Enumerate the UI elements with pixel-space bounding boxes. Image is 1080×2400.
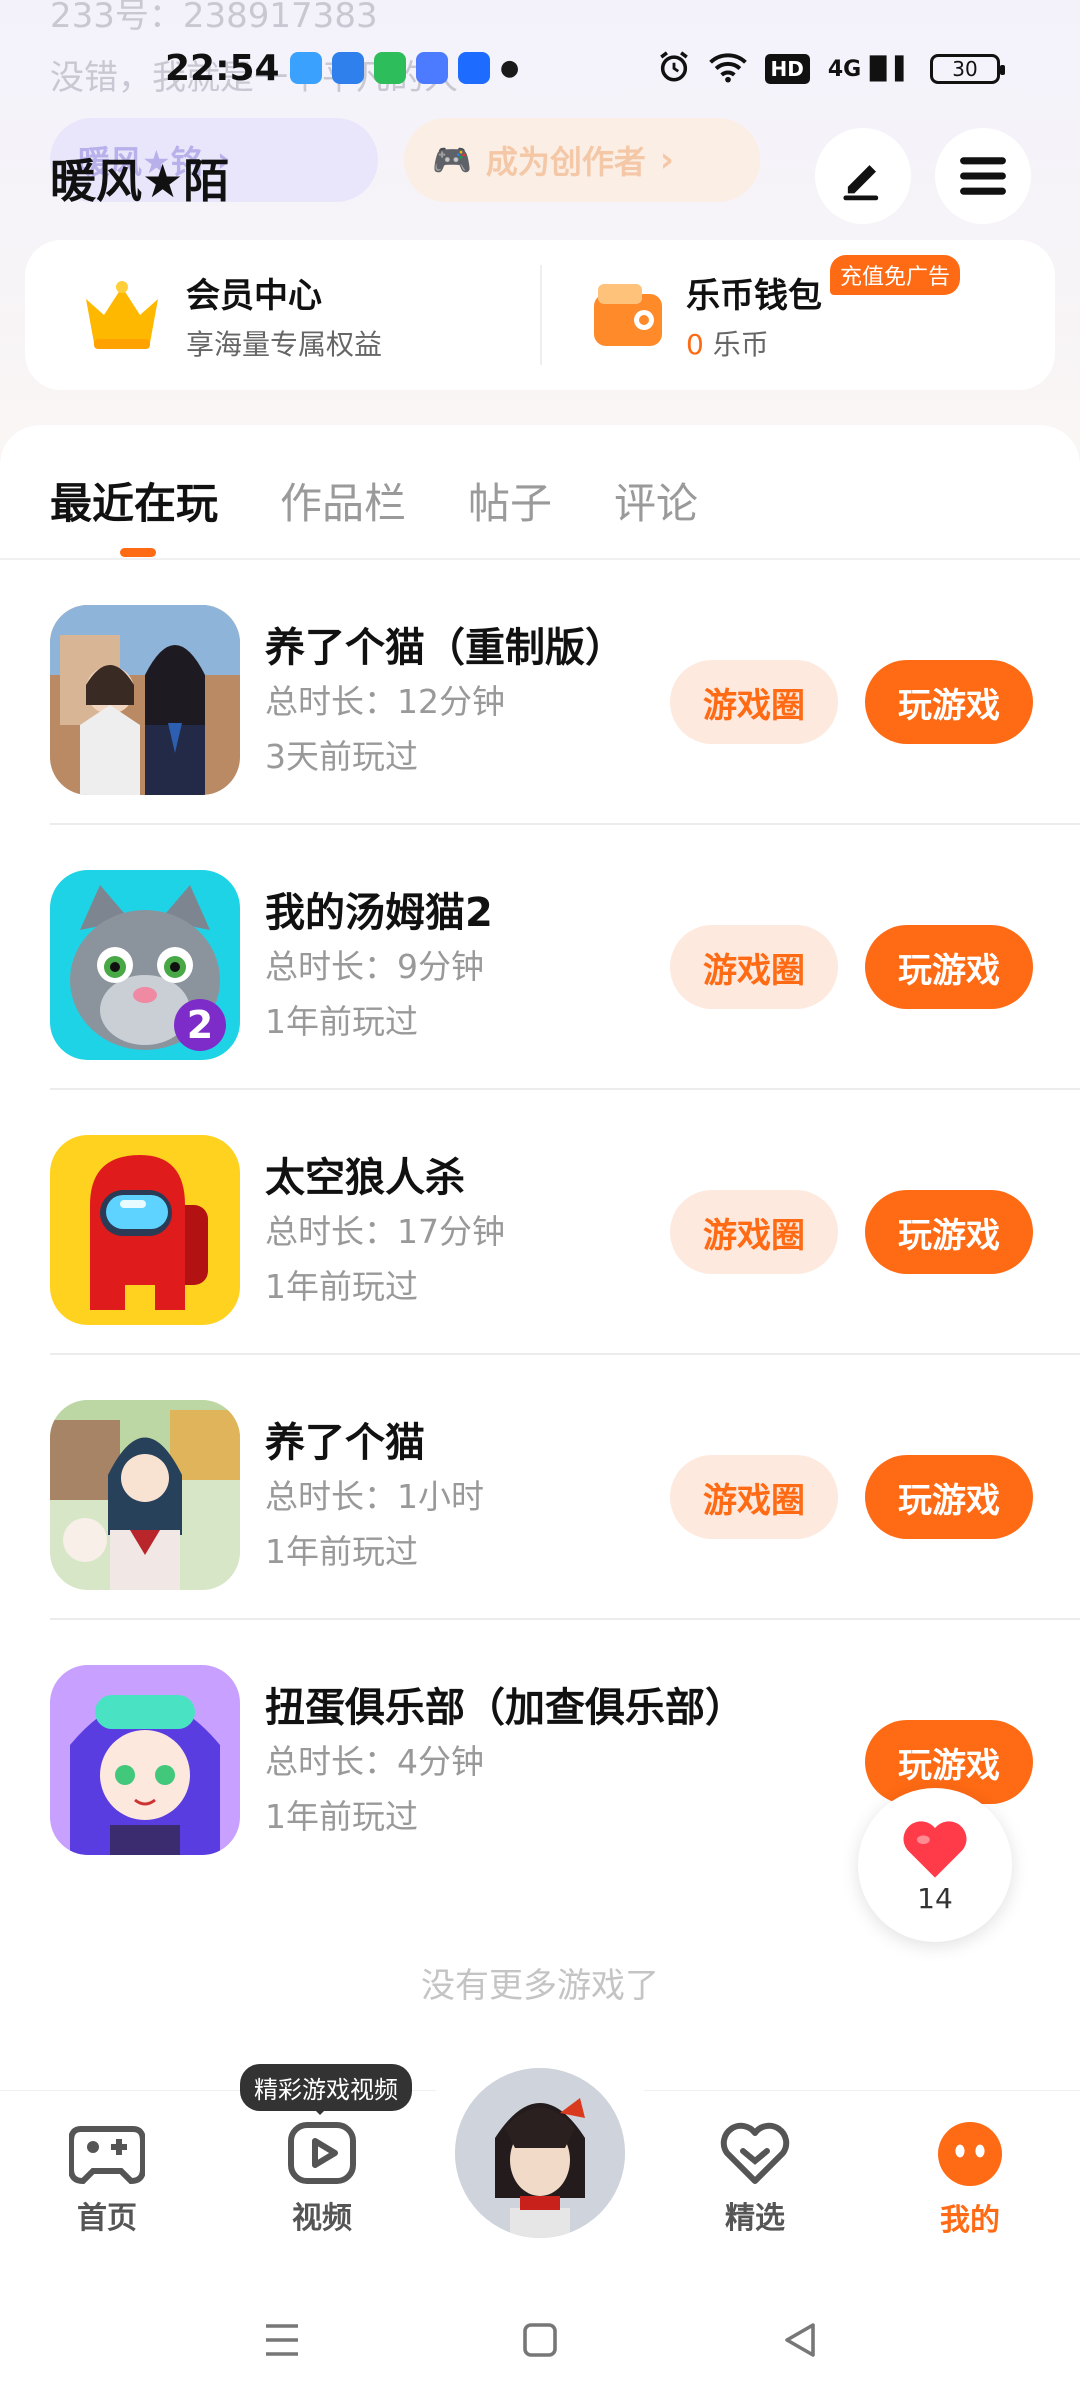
game-title: 我的汤姆猫2 [265,890,493,936]
member-center-entry[interactable]: 会员中心 享海量专属权益 [80,240,382,390]
game-circle-button[interactable]: 游戏圈 [670,1455,838,1539]
game-row[interactable]: 太空狼人杀 总时长：17分钟 1年前玩过 游戏圈 玩游戏 [50,1090,1080,1355]
play-game-button[interactable]: 玩游戏 [865,660,1033,744]
game-title: 养了个猫 [265,1420,425,1466]
game-last-played: 1年前玩过 [265,1002,418,1041]
crown-icon [86,281,158,349]
game-duration: 总时长：9分钟 [265,947,484,986]
chevron-right-icon: › [659,140,674,180]
tab-posts[interactable]: 帖子 [468,470,552,531]
battery-icon: 30 [930,54,1005,84]
game-row[interactable]: 2 我的汤姆猫2 总时长：9分钟 1年前玩过 游戏圈 玩游戏 [50,825,1080,1090]
gamepad-icon [68,2126,146,2185]
play-game-button[interactable]: 玩游戏 [865,925,1033,1009]
heart-check-icon [720,2122,790,2184]
back-triangle-icon [785,2323,815,2357]
game-title: 养了个猫（重制版） [265,625,625,671]
home-button[interactable] [510,2310,570,2370]
wallet-entry[interactable]: 乐币钱包 0 乐币 [590,240,822,390]
profile-id-text: 233号：238917383 [50,0,378,36]
member-subtitle: 享海量专属权益 [186,327,383,361]
game-row[interactable]: 养了个猫 总时长：1小时 1年前玩过 游戏圈 玩游戏 [50,1355,1080,1620]
game-last-played: 1年前玩过 [265,1267,418,1306]
app-notification-icon [458,52,490,84]
game-duration: 总时长：17分钟 [265,1212,505,1251]
status-time: 22:54 [165,48,280,89]
card-divider [540,265,542,365]
menu-icon [960,157,1006,195]
hd-icon: HD [764,54,810,84]
game-duration: 总时长：4分钟 [265,1742,484,1781]
game-title: 扭蛋俱乐部（加查俱乐部） [265,1685,745,1731]
game-duration: 总时长：1小时 [265,1477,484,1516]
recharge-no-ads-badge: 充值免广告 [830,255,961,295]
active-tab-indicator [120,548,156,557]
recent-apps-button[interactable] [252,2310,312,2370]
username: 暖风★陌 [50,154,230,208]
signal-icon: 4G▐▌▌ [827,56,912,82]
game-icon-cat[interactable] [50,1400,240,1590]
more-dot-icon: ● [500,55,520,81]
game-circle-button[interactable]: 游戏圈 [670,660,838,744]
avatar-character-icon [455,2068,625,2238]
face-icon [938,2122,1002,2186]
wallet-title: 乐币钱包 [686,275,822,316]
nav-center-avatar[interactable] [455,2068,625,2238]
game-row[interactable]: 养了个猫（重制版） 总时长：12分钟 3天前玩过 游戏圈 玩游戏 [50,560,1080,825]
member-title: 会员中心 [186,275,322,316]
video-tooltip: 精彩游戏视频 [240,2064,412,2115]
no-more-games-text: 没有更多游戏了 [421,1966,659,2006]
game-circle-button[interactable]: 游戏圈 [670,1190,838,1274]
status-bar: 22:54 ● HD 4G▐▌▌ 30 [0,40,1080,96]
tab-recently-played[interactable]: 最近在玩 [50,470,218,531]
like-float-button[interactable]: 14 [858,1788,1012,1942]
pencil-icon [843,165,879,201]
system-nav-bar [0,2270,1080,2400]
play-game-button[interactable]: 玩游戏 [865,1190,1033,1274]
game-duration: 总时长：12分钟 [265,682,505,721]
app-notification-icon [332,52,364,84]
nav-home[interactable]: 首页 [37,2121,177,2237]
game-last-played: 3天前玩过 [265,737,418,776]
gamepad-icon: 🎮 [432,141,472,179]
game-icon-among-us[interactable] [50,1135,240,1325]
menu-button[interactable] [935,128,1031,224]
profile-tabs: 最近在玩 作品栏 帖子 评论 [50,470,698,531]
game-circle-button[interactable]: 游戏圈 [670,925,838,1009]
become-creator-pill: 🎮 成为创作者 › [404,118,760,202]
app-notification-icon [290,52,322,84]
app-notification-icon [416,52,448,84]
back-button[interactable] [770,2310,830,2370]
like-count: 14 [917,1881,953,1915]
home-square-icon [523,2323,557,2357]
status-right-icons: HD 4G▐▌▌ 30 [657,50,1005,88]
wallet-balance: 0 乐币 [686,327,769,361]
wallet-icon [594,284,662,346]
notification-icons: ● [290,52,519,84]
app-notification-icon [374,52,406,84]
game-icon-cat-remake[interactable] [50,605,240,795]
game-title: 太空狼人杀 [265,1155,465,1201]
heart-icon [903,1820,967,1878]
play-icon [288,2122,356,2184]
nav-featured[interactable]: 精选 [685,2121,825,2237]
game-icon-gacha-club[interactable] [50,1665,240,1855]
nav-me[interactable]: 我的 [900,2121,1040,2239]
svg-text:2: 2 [187,1003,213,1047]
edit-profile-button[interactable] [815,128,911,224]
game-last-played: 1年前玩过 [265,1797,418,1836]
nav-video[interactable]: 视频 [252,2121,392,2237]
recent-apps-icon [266,2324,298,2356]
play-game-button[interactable]: 玩游戏 [865,1455,1033,1539]
tab-comments[interactable]: 评论 [614,470,698,531]
alarm-icon [657,50,691,88]
game-last-played: 1年前玩过 [265,1532,418,1571]
wifi-icon [708,51,747,87]
tab-works[interactable]: 作品栏 [280,470,406,531]
game-icon-talking-tom[interactable]: 2 [50,870,240,1060]
